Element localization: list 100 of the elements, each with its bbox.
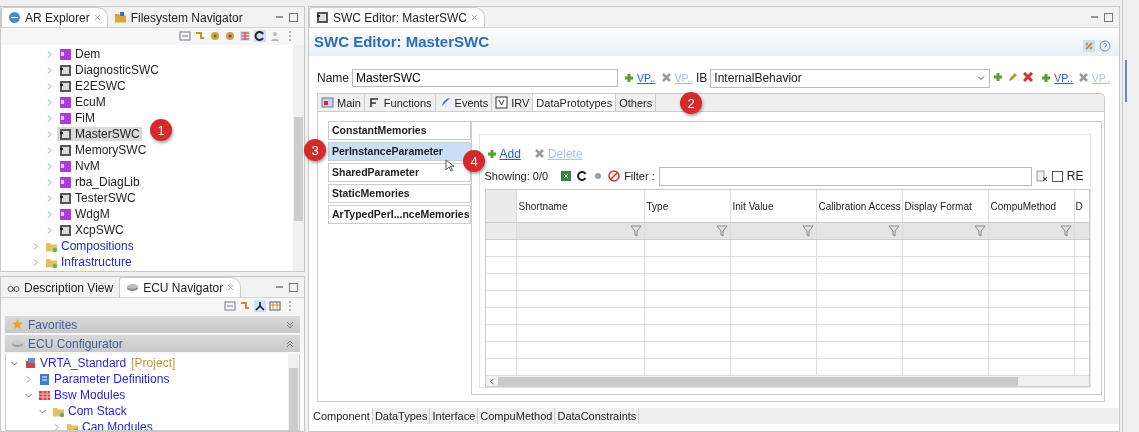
- close-icon[interactable]: [471, 14, 478, 21]
- refresh-icon[interactable]: [576, 170, 589, 182]
- chevron-right-icon[interactable]: [24, 374, 33, 384]
- chevron-right-icon[interactable]: [45, 129, 54, 139]
- tree-item[interactable]: EcuM: [57, 95, 108, 109]
- filter-icon[interactable]: [715, 225, 728, 237]
- delete-icon[interactable]: [1023, 72, 1036, 84]
- filter-icon[interactable]: [973, 225, 986, 237]
- help-icon[interactable]: [1099, 40, 1111, 52]
- chevron-right-icon[interactable]: [45, 81, 54, 91]
- tree-item[interactable]: FiM: [57, 111, 97, 125]
- chevron-right-icon[interactable]: [45, 113, 54, 123]
- editor-tab[interactable]: SWC Editor: MasterSWC: [309, 7, 485, 27]
- tree-item[interactable]: Compositions: [43, 239, 136, 253]
- view-tab[interactable]: ECU Navigator: [119, 277, 242, 297]
- close-icon[interactable]: [93, 14, 101, 21]
- maximize-icon[interactable]: [289, 13, 298, 22]
- list-item[interactable]: SharedParameter: [328, 163, 471, 182]
- tab[interactable]: DataConstraints: [555, 408, 640, 424]
- section-header[interactable]: Favorites: [5, 316, 300, 333]
- link[interactable]: VP..: [637, 72, 656, 84]
- section-header[interactable]: ECU Configurator: [5, 335, 300, 352]
- scroll-left-icon[interactable]: [488, 377, 495, 385]
- chevron-right-icon[interactable]: [31, 241, 40, 251]
- view-tab[interactable]: Filesystem Navigator: [107, 8, 249, 27]
- tree-item[interactable]: E2ESWC: [57, 79, 128, 93]
- chevron-right-icon[interactable]: [45, 209, 54, 219]
- chevron-right-icon[interactable]: [31, 257, 40, 267]
- name-field[interactable]: MasterSWC: [352, 69, 618, 87]
- link[interactable]: VP..: [1054, 72, 1073, 84]
- view-tab[interactable]: AR Explorer: [1, 7, 108, 27]
- tab[interactable]: Interface: [430, 408, 479, 424]
- link[interactable]: Add: [486, 147, 521, 161]
- tab[interactable]: Main: [318, 94, 365, 111]
- grid-icon: [38, 388, 51, 402]
- tree-item[interactable]: Com Stack: [50, 404, 129, 418]
- collapse-icon[interactable]: [179, 30, 191, 42]
- tree-item[interactable]: Infrastructure: [43, 255, 134, 269]
- tree-item[interactable]: MemorySWC: [57, 143, 149, 157]
- tree-item[interactable]: rba_DiagLib: [57, 175, 142, 189]
- tab[interactable]: Component: [311, 408, 373, 424]
- clear-icon[interactable]: [1035, 170, 1048, 182]
- chevron-right-icon[interactable]: [45, 97, 54, 107]
- tab[interactable]: DataPrototypes: [533, 94, 617, 111]
- chevron-right-icon[interactable]: [45, 225, 54, 235]
- refresh-icon[interactable]: [254, 30, 266, 42]
- chevron-right-icon[interactable]: [45, 193, 54, 203]
- tree-item[interactable]: WdgM: [57, 207, 112, 221]
- maximize-icon[interactable]: [1104, 13, 1113, 22]
- chevron-right-icon[interactable]: [45, 49, 54, 59]
- list-item[interactable]: ArTypedPerI...nceMemories: [328, 205, 471, 224]
- tab[interactable]: CompuMethod: [478, 408, 556, 424]
- clear-filter-icon[interactable]: [608, 170, 621, 182]
- tab[interactable]: Others: [616, 94, 657, 111]
- list-item[interactable]: ConstantMemories: [328, 121, 471, 140]
- editor-title: SWC Editor: MasterSWC: [314, 32, 489, 50]
- fork-icon[interactable]: [254, 300, 266, 312]
- count-label: Showing: 0/0: [484, 170, 549, 182]
- module-icon: [59, 47, 72, 61]
- tree-item[interactable]: VRTA_Standard [Project]: [22, 356, 178, 370]
- chevron-right-icon[interactable]: [45, 145, 54, 155]
- column-header[interactable]: D: [1074, 190, 1086, 222]
- folder-icon: [113, 11, 127, 24]
- module-icon: [59, 159, 72, 173]
- module-icon: [59, 207, 72, 221]
- checkbox[interactable]: [1051, 170, 1063, 182]
- scrollbar[interactable]: [288, 354, 299, 430]
- tab[interactable]: IRV: [492, 94, 534, 111]
- chevron-right-icon[interactable]: [45, 161, 54, 171]
- close-icon[interactable]: [227, 284, 235, 291]
- collapse-icon[interactable]: [224, 300, 236, 312]
- tab[interactable]: DataTypes: [372, 408, 431, 424]
- tree-item[interactable]: TesterSWC: [57, 191, 138, 205]
- filter-icon[interactable]: [801, 225, 814, 237]
- list-item[interactable]: PerInstanceParameter: [328, 142, 471, 161]
- scrollbar[interactable]: [293, 45, 304, 271]
- table-icon[interactable]: [269, 300, 281, 312]
- chevron-right-icon[interactable]: [45, 177, 54, 187]
- spreadsheet-icon[interactable]: [560, 170, 573, 182]
- component-icon: [59, 79, 72, 93]
- filter-icon[interactable]: [1059, 225, 1072, 237]
- list-item[interactable]: StaticMemories: [328, 184, 471, 203]
- filter-icon[interactable]: [629, 225, 642, 237]
- tree-item[interactable]: MasterSWC: [57, 127, 142, 141]
- chevron-right-icon[interactable]: [45, 65, 54, 75]
- maximize-icon[interactable]: [289, 283, 298, 292]
- tree-item[interactable]: DiagnosticSWC: [57, 63, 162, 77]
- scrollbar[interactable]: [485, 376, 1089, 386]
- chevron-right-icon[interactable]: [52, 422, 61, 430]
- dropdown[interactable]: InternalBehavior: [710, 68, 991, 88]
- tree-item[interactable]: Dem: [57, 47, 103, 61]
- tree-item[interactable]: NvM: [57, 159, 102, 173]
- filter-field[interactable]: [658, 166, 1032, 186]
- tree-item[interactable]: Parameter Definitions: [36, 372, 172, 386]
- tree-item[interactable]: Bsw Modules: [36, 388, 128, 402]
- view-tab[interactable]: Description View: [1, 278, 120, 297]
- component-icon: [59, 223, 72, 237]
- tree-item[interactable]: XcpSWC: [57, 223, 126, 237]
- filter-icon[interactable]: [887, 225, 900, 237]
- grid-icon[interactable]: [239, 30, 251, 42]
